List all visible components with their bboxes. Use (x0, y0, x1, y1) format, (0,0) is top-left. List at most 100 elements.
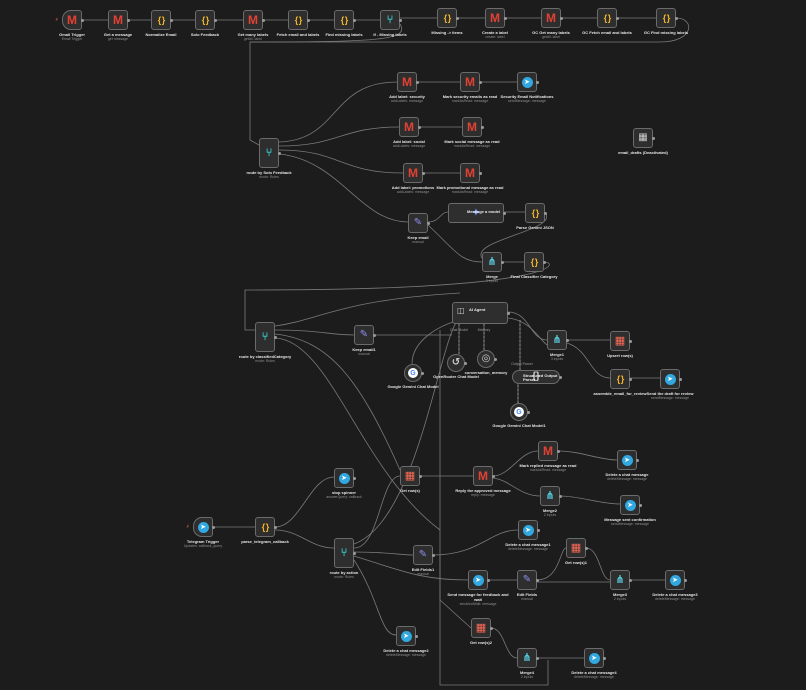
output-connector[interactable] (544, 211, 547, 215)
node-get-many-labels[interactable]: M (243, 10, 263, 30)
output-connector[interactable] (422, 171, 425, 175)
node-merge1[interactable]: ⋔ (547, 330, 567, 350)
output-connector[interactable] (536, 656, 539, 660)
node-merge3[interactable]: ⋔ (610, 570, 630, 590)
output-connector[interactable] (559, 494, 562, 498)
node-send-draft-for-review[interactable]: ➤ (660, 369, 680, 389)
connection-line[interactable] (507, 317, 548, 346)
node-keep-email2[interactable]: ✎ (354, 325, 374, 345)
output-connector[interactable] (274, 525, 277, 529)
node-parse-gemini-json[interactable]: { } (525, 203, 545, 223)
output-connector[interactable] (603, 656, 606, 660)
node-if-missing-labels[interactable]: ⑂ (380, 10, 400, 30)
output-connector[interactable] (481, 125, 484, 129)
node-gc-get-many-labels[interactable]: M (541, 8, 561, 28)
output-connector[interactable] (490, 626, 493, 630)
output-connector[interactable] (503, 211, 506, 215)
output-connector[interactable] (353, 476, 356, 480)
connection-line[interactable] (274, 329, 355, 336)
output-connector[interactable] (629, 339, 632, 343)
node-final-classifier-category[interactable]: { } (524, 252, 544, 272)
node-mark-social-read[interactable]: M (462, 117, 482, 137)
node-reply-approved-message[interactable]: M (473, 466, 493, 486)
output-connector[interactable] (487, 578, 490, 582)
node-find-missing-labels[interactable]: { } (334, 10, 354, 30)
output-connector[interactable] (504, 16, 507, 20)
output-connector[interactable] (527, 410, 530, 414)
output-connector[interactable] (432, 553, 435, 557)
node-telegram-trigger[interactable]: ➤ (193, 517, 213, 537)
output-connector[interactable] (262, 18, 265, 22)
output-connector[interactable] (399, 18, 402, 22)
node-message-sent-confirmation[interactable]: ➤ (620, 495, 640, 515)
node-route-classified-category[interactable]: ⑂ (255, 322, 275, 352)
node-get-rows[interactable]: ▦ (400, 466, 420, 486)
output-connector[interactable] (427, 221, 430, 225)
output-connector[interactable] (507, 311, 510, 315)
connection-line[interactable] (557, 450, 618, 461)
output-connector[interactable] (543, 260, 546, 264)
output-connector[interactable] (373, 333, 376, 337)
output-connector[interactable] (639, 503, 642, 507)
output-connector[interactable] (212, 525, 215, 529)
node-delete-chat-message1[interactable]: ➤ (518, 520, 538, 540)
node-delete-chat-message4[interactable]: ➤ (584, 648, 604, 668)
node-get-message[interactable]: M (108, 10, 128, 30)
output-connector[interactable] (566, 338, 569, 342)
node-get-rows1[interactable]: ▦ (566, 538, 586, 558)
node-get-rows2[interactable]: ▦ (471, 618, 491, 638)
connection-line[interactable] (353, 551, 414, 556)
node-route-solo-feedback[interactable]: ⑂ (259, 138, 279, 168)
output-connector[interactable] (537, 528, 540, 532)
node-parse-telegram-callback[interactable]: { } (255, 517, 275, 537)
node-add-label-social[interactable]: M (399, 117, 419, 137)
output-connector[interactable] (636, 458, 639, 462)
node-google-gemini-chat-model2[interactable]: G (510, 403, 528, 421)
output-connector[interactable] (81, 18, 84, 22)
node-mark-security-read[interactable]: M (460, 72, 480, 92)
node-delete-chat-message[interactable]: ➤ (617, 450, 637, 470)
output-connector[interactable] (616, 16, 619, 20)
node-route-by-action[interactable]: ⑂ (334, 538, 354, 568)
node-create-label[interactable]: M (485, 8, 505, 28)
connection-line[interactable] (353, 475, 401, 549)
node-email-drafts[interactable]: ▦ (633, 128, 653, 148)
node-structured-output-parser[interactable]: {} Structured Output Parser (512, 370, 560, 384)
node-solo-feedback-top[interactable]: { } (195, 10, 215, 30)
node-google-gemini-chat-model[interactable]: G (404, 364, 422, 382)
output-connector[interactable] (353, 551, 356, 555)
connection-line[interactable] (427, 211, 449, 223)
connection-line[interactable] (559, 495, 621, 505)
output-connector[interactable] (464, 361, 467, 365)
output-connector[interactable] (353, 18, 356, 22)
node-edit-fields[interactable]: ✎ (517, 570, 537, 590)
node-keep-email[interactable]: ✎ (408, 213, 428, 233)
node-security-email-notifications[interactable]: ➤ (517, 72, 537, 92)
node-merge4[interactable]: ⋔ (517, 648, 537, 668)
output-connector[interactable] (170, 18, 173, 22)
output-connector[interactable] (560, 16, 563, 20)
output-connector[interactable] (494, 357, 497, 361)
output-connector[interactable] (416, 80, 419, 84)
output-connector[interactable] (479, 171, 482, 175)
connection-line[interactable] (274, 292, 461, 327)
output-connector[interactable] (675, 16, 678, 20)
node-assemble-email-for-review[interactable]: { } (610, 369, 630, 389)
output-connector[interactable] (501, 260, 504, 264)
node-normalize-email[interactable]: { } (151, 10, 171, 30)
output-connector[interactable] (585, 546, 588, 550)
output-connector[interactable] (492, 474, 495, 478)
node-conversation-memory[interactable]: ◎ (477, 350, 495, 368)
connection-line[interactable] (278, 81, 398, 143)
node-send-message-feedback[interactable]: ➤ (468, 570, 488, 590)
output-connector[interactable] (278, 151, 281, 155)
node-merge2[interactable]: ⋔ (540, 486, 560, 506)
output-connector[interactable] (415, 634, 418, 638)
output-connector[interactable] (274, 335, 277, 339)
node-gc-find-missing-labels[interactable]: { } (656, 8, 676, 28)
output-connector[interactable] (679, 377, 682, 381)
node-add-label-security[interactable]: M (397, 72, 417, 92)
output-connector[interactable] (456, 16, 459, 20)
output-connector[interactable] (557, 449, 560, 453)
node-message-a-model[interactable]: ✦ Message a model (448, 203, 504, 223)
